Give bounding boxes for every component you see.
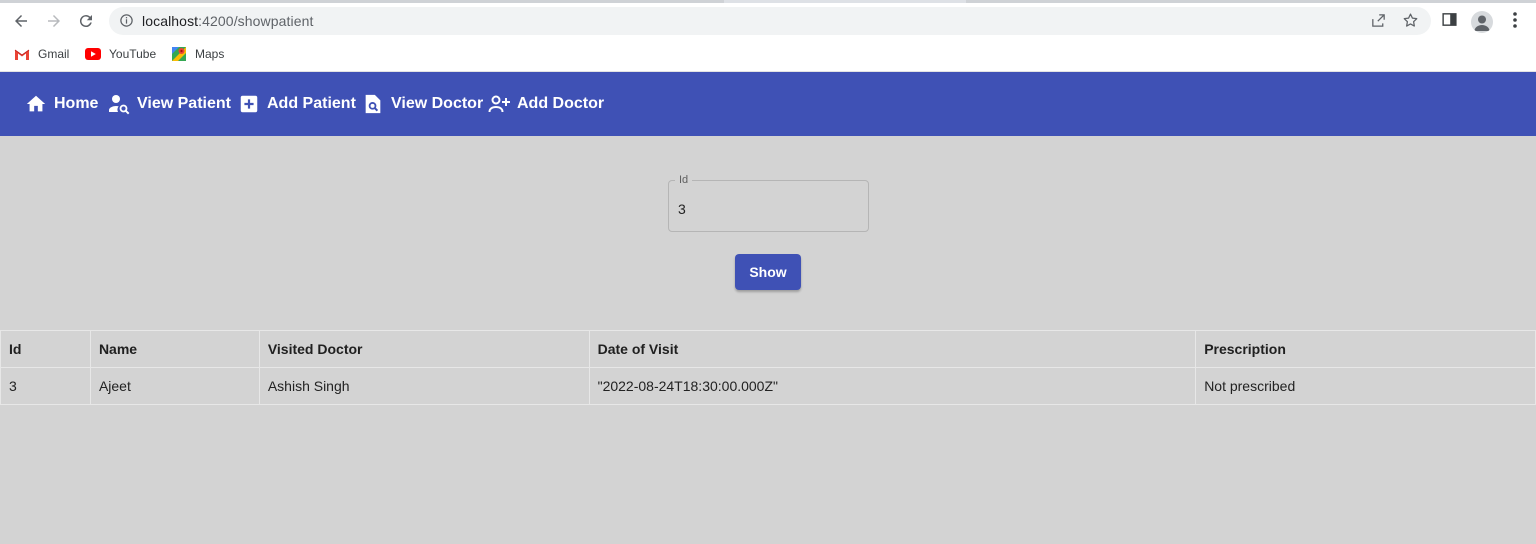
home-icon [24,92,48,116]
id-input[interactable] [678,199,858,219]
person-add-icon [487,92,511,116]
bookmark-label: Maps [195,47,225,61]
profile-avatar-icon[interactable] [1471,11,1493,33]
id-field-label: Id [675,174,693,186]
table-header-row: Id Name Visited Doctor Date of Visit Pre… [0,330,1536,368]
reload-icon[interactable] [74,9,98,33]
bookmark-label: YouTube [109,47,157,61]
header-date-of-visit: Date of Visit [588,330,1197,368]
cell-prescription: Not prescribed [1195,367,1536,405]
add-box-icon [237,92,261,116]
side-panel-icon[interactable] [1441,11,1458,33]
find-in-page-icon [361,92,385,116]
youtube-icon [85,46,101,62]
bookmarks-bar: Gmail YouTube Maps [0,39,1536,72]
forward-icon[interactable] [42,9,66,33]
browser-toolbar: localhost:4200/showpatient [0,3,1536,39]
cell-id: 3 [0,367,91,405]
share-icon[interactable] [1370,12,1387,34]
bookmark-label: Gmail [38,47,70,61]
show-button[interactable]: Show [735,254,801,290]
header-prescription: Prescription [1195,330,1536,368]
nav-add-doctor[interactable]: Add Doctor [487,92,604,116]
maps-icon [171,46,187,62]
url-host: localhost [142,13,199,29]
bookmark-star-icon[interactable] [1402,12,1419,34]
cell-name: Ajeet [89,367,260,405]
nav-view-patient-label: View Patient [137,95,231,112]
nav-view-doctor-label: View Doctor [391,95,484,112]
bookmark-youtube[interactable]: YouTube [85,46,156,62]
table-row: 3 Ajeet Ashish Singh "2022-08-24T18:30:0… [0,367,1536,405]
app-nav-bar: Home View Patient Add Patient View Docto… [0,72,1536,136]
nav-add-patient[interactable]: Add Patient [237,92,356,116]
header-visited-doctor: Visited Doctor [258,330,590,368]
site-info-icon[interactable] [119,13,134,33]
back-icon[interactable] [9,9,33,33]
nav-home[interactable]: Home [24,92,98,116]
bookmark-maps[interactable]: Maps [171,46,224,62]
nav-view-patient[interactable]: View Patient [107,92,231,116]
header-name: Name [89,330,260,368]
header-id: Id [0,330,91,368]
cell-date-of-visit: "2022-08-24T18:30:00.000Z" [588,367,1197,405]
menu-kebab-icon[interactable] [1508,11,1522,34]
gmail-icon [14,46,30,62]
bookmark-gmail[interactable]: Gmail [14,46,69,62]
nav-add-patient-label: Add Patient [267,95,356,112]
cell-visited-doctor: Ashish Singh [258,367,590,405]
nav-view-doctor[interactable]: View Doctor [361,92,483,116]
nav-home-label: Home [54,95,99,112]
url-path: :4200/showpatient [198,13,314,29]
person-search-icon [107,92,131,116]
patient-table: Id Name Visited Doctor Date of Visit Pre… [0,330,1536,405]
url-text[interactable]: localhost:4200/showpatient [142,13,314,29]
nav-add-doctor-label: Add Doctor [517,95,605,112]
id-field[interactable]: Id [668,174,869,232]
address-bar[interactable]: localhost:4200/showpatient [109,7,1431,35]
